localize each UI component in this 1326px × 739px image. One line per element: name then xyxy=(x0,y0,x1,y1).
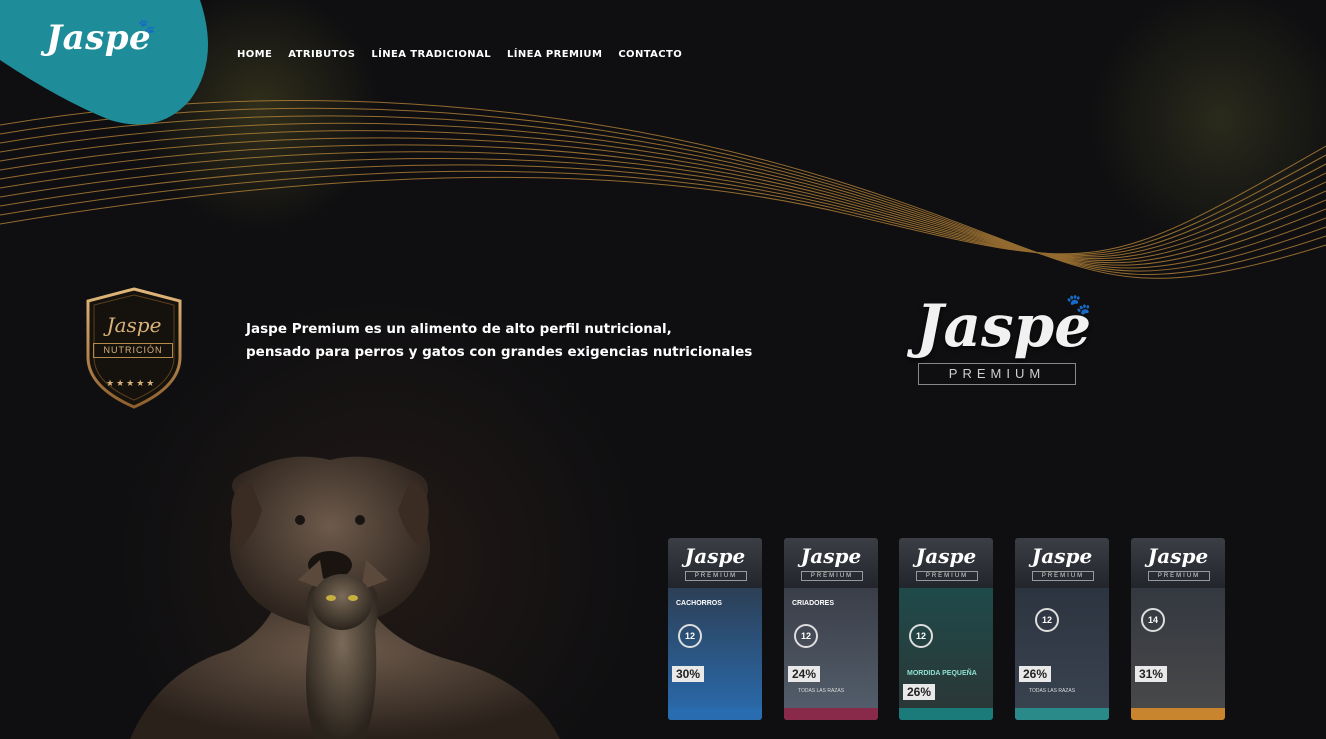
bag-color-stripe xyxy=(1015,708,1109,720)
bag-logo: Jaspe xyxy=(1147,544,1209,568)
bag-logo: Jaspe xyxy=(800,544,862,568)
bag-variant: CACHORROS xyxy=(676,600,722,607)
bag-brand: PREMIUM xyxy=(685,571,747,581)
wave-line xyxy=(0,157,1326,258)
bag-brand: PREMIUM xyxy=(916,571,978,581)
product-bag-cachorros[interactable]: Jaspe PREMIUM CACHORROS 12 30% xyxy=(668,538,762,720)
premium-logo-subtitle: PREMIUM xyxy=(918,363,1076,385)
nav-linea-tradicional[interactable]: LÍNEA TRADICIONAL xyxy=(371,49,491,60)
bag-protein-percent: 26% xyxy=(903,684,936,700)
bag-footer-text: TODAS LAS RAZAS xyxy=(798,688,845,694)
bag-variant: CRIADORES xyxy=(792,600,835,607)
paw-icon: 🐾 xyxy=(138,18,156,34)
wave-line xyxy=(0,137,1326,264)
dog-and-cat-photo xyxy=(130,456,560,739)
premium-paw-icon: 🐾 xyxy=(1066,294,1091,316)
bag-color-stripe xyxy=(784,708,878,720)
badge-logo-text: Jaspe xyxy=(106,313,162,337)
badge-stars: ★★★★★ xyxy=(106,378,157,388)
bag-age: 12 xyxy=(909,624,933,648)
bag-age: 12 xyxy=(794,624,818,648)
bag-protein-percent: 24% xyxy=(788,666,821,682)
tagline-line-2: pensado para perros y gatos con grandes … xyxy=(246,344,753,360)
bag-brand: PREMIUM xyxy=(1032,571,1094,581)
site-logo[interactable]: Jaspe xyxy=(46,18,151,58)
bag-age: 14 xyxy=(1141,608,1165,632)
nav-linea-premium[interactable]: LÍNEA PREMIUM xyxy=(507,49,602,60)
bag-brand: PREMIUM xyxy=(801,571,863,581)
product-bags-lineup: Jaspe PREMIUM CACHORROS 12 30% Jaspe PRE… xyxy=(668,538,1228,739)
bag-color-stripe xyxy=(899,708,993,720)
nav-home[interactable]: HOME xyxy=(237,49,272,60)
bag-protein-percent: 31% xyxy=(1135,666,1168,682)
bag-color-stripe xyxy=(1131,708,1225,720)
wave-line xyxy=(0,154,1326,256)
product-bag-mordida-pequena[interactable]: Jaspe PREMIUM MORDIDA PEQUEÑA 12 26% xyxy=(899,538,993,720)
product-bag-criadores[interactable]: Jaspe PREMIUM CRIADORES 12 24% TODAS LAS… xyxy=(784,538,878,720)
bag-variant: MORDIDA PEQUEÑA xyxy=(907,670,977,677)
premium-logo: Jaspe xyxy=(916,292,1092,360)
hero-tagline: Jaspe Premium es un alimento de alto per… xyxy=(246,318,752,364)
wave-line xyxy=(0,163,1326,257)
tagline-line-1: Jaspe Premium es un alimento de alto per… xyxy=(246,321,672,337)
bag-age: 12 xyxy=(1035,608,1059,632)
product-bag-gatos[interactable]: Jaspe PREMIUM 14 31% xyxy=(1131,538,1225,720)
golden-waves-decoration xyxy=(0,100,1326,279)
bag-logo: Jaspe xyxy=(915,544,977,568)
bag-color-stripe xyxy=(668,708,762,720)
bag-protein-percent: 26% xyxy=(1019,666,1052,682)
wave-line xyxy=(0,151,1326,260)
bag-footer-text: TODAS LAS RAZAS xyxy=(1029,688,1076,694)
main-nav: HOME ATRIBUTOS LÍNEA TRADICIONAL LÍNEA P… xyxy=(237,49,682,60)
bag-brand: PREMIUM xyxy=(1148,571,1210,581)
badge-subtitle: NUTRICIÓN xyxy=(93,343,173,358)
nav-atributos[interactable]: ATRIBUTOS xyxy=(288,49,355,60)
bag-logo: Jaspe xyxy=(1031,544,1093,568)
product-bag-adultos[interactable]: Jaspe PREMIUM 12 26% TODAS LAS RAZAS xyxy=(1015,538,1109,720)
bag-protein-percent: 30% xyxy=(672,666,705,682)
wave-line xyxy=(0,107,1326,275)
bag-age: 12 xyxy=(678,624,702,648)
bag-logo: Jaspe xyxy=(684,544,746,568)
nav-contacto[interactable]: CONTACTO xyxy=(618,49,682,60)
